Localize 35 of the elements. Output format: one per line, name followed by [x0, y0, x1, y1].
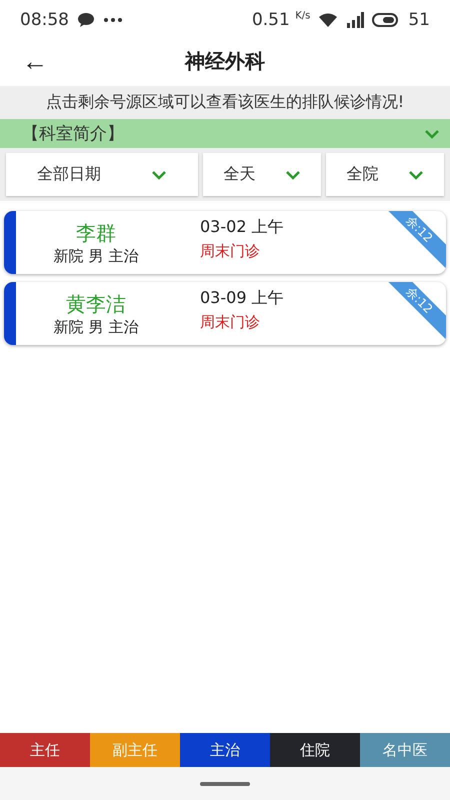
notice-text: 点击剩余号源区域可以查看该医生的排队候诊情况! — [0, 86, 450, 119]
battery-icon — [372, 13, 400, 27]
chevron-down-icon — [424, 128, 440, 138]
intro-toggle[interactable]: 【科室简介】 — [0, 119, 450, 148]
chevron-down-icon — [151, 170, 168, 180]
schedule-date: 03-09 上午 — [200, 288, 284, 309]
filter-dropdown[interactable]: 全院 — [326, 153, 444, 196]
chevron-down-icon — [284, 170, 301, 180]
signal-icon — [346, 12, 364, 28]
legend-item: 名中医 — [360, 733, 450, 767]
doctor-info: 新院 男 主治 — [54, 246, 138, 266]
chevron-down-icon — [408, 170, 424, 180]
battery-level: 51 — [408, 10, 430, 30]
more-icon — [103, 17, 123, 23]
legend-item: 主任 — [0, 733, 90, 767]
home-indicator — [200, 782, 250, 786]
clock-time: 08:58 — [20, 10, 69, 30]
doctor-name: 黄李洁 — [66, 290, 126, 318]
wifi-icon — [318, 12, 338, 28]
clinic-type: 周末门诊 — [200, 242, 261, 261]
schedule-date: 03-02 上午 — [200, 217, 284, 238]
filter-dropdown[interactable]: 全天 — [203, 153, 322, 196]
clinic-type: 周末门诊 — [200, 313, 261, 332]
page-title: 神经外科 — [183, 48, 266, 74]
doctor-name: 李群 — [76, 220, 116, 246]
doctor-info: 新院 男 主治 — [54, 318, 138, 336]
chat-icon — [77, 12, 95, 28]
doctor-card[interactable]: 黄李洁 新院 男 主治 03-09 上午 周末门诊 余:12 — [4, 282, 446, 345]
legend-item: 住院 — [270, 733, 360, 767]
legend-item: 副主任 — [90, 733, 180, 767]
legend-item: 主治 — [180, 733, 270, 767]
network-speed: 0.51 $^{K/s}$ — [252, 10, 310, 30]
doctor-card[interactable]: 李群 新院 男 主治 03-02 上午 周末门诊 余:12 — [4, 211, 446, 274]
back-button[interactable]: ← — [20, 46, 50, 76]
filter-dropdown[interactable]: 全部日期 — [6, 153, 198, 196]
